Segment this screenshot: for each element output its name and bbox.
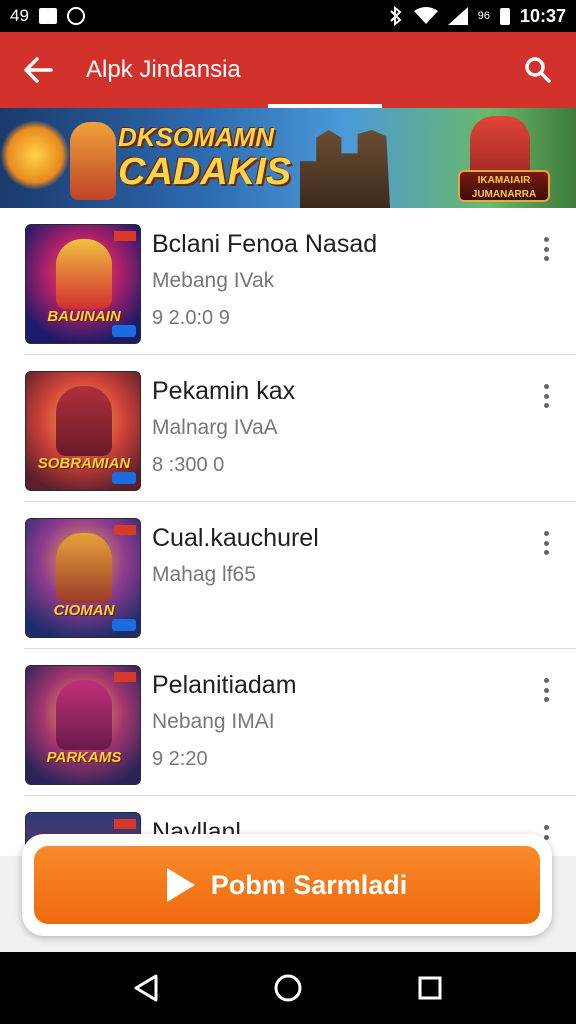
more-vert-icon[interactable] [534,675,558,705]
promo-banner[interactable]: DKSOMAMN CADAKIS IKAMAIAIR JUMANARRA [0,108,576,208]
thumb-tag [112,619,136,631]
bluetooth-icon [388,6,404,26]
signal-label: 96 [477,9,490,22]
list-item[interactable]: BAUINAIN Bclani Fenoa Nasad Mebang IVak … [0,208,576,355]
banner-art-castle [300,130,390,208]
banner-art-hero [70,122,116,200]
system-nav-bar [0,952,576,1024]
status-left: 49 [10,6,85,26]
app-title: Bclani Fenoa Nasad [152,230,378,258]
app-thumbnail: SOBRAMIAN [25,371,141,491]
thumb-character [56,680,112,750]
banner-heading-line1: DKSOMAMN [118,122,274,152]
banner-heading: DKSOMAMN CADAKIS [118,122,291,192]
more-vert-icon[interactable] [534,234,558,264]
app-list: BAUINAIN Bclani Fenoa Nasad Mebang IVak … [0,208,576,943]
thumb-caption: PARKAMS [46,749,122,766]
banner-art-sun [0,120,70,190]
thumb-character [56,533,112,603]
play-button[interactable]: Pobm Sarmladi [34,846,540,924]
thumb-tag [112,472,136,484]
battery-icon [499,7,510,25]
circle-icon [66,7,85,25]
arrow-left-icon [24,57,53,83]
wifi-icon [413,7,438,25]
triangle-back-icon [134,974,158,1002]
thumb-corner-badge [114,672,136,682]
thumb-corner-badge [114,231,136,241]
status-bar: 49 96 10:37 [0,0,576,32]
thumb-caption: SOBRAMIAN [37,455,131,472]
nav-recents-button[interactable] [410,968,450,1008]
nav-home-button[interactable] [268,968,308,1008]
search-icon [525,57,551,83]
app-meta: 9 2.0:0 9 [152,307,230,329]
app-title: Pekamin kax [152,377,296,405]
app-bar: Alpk Jindansia [0,32,576,108]
status-right: 96 10:37 [388,6,566,27]
more-vert-icon[interactable] [534,528,558,558]
back-button[interactable] [18,50,58,90]
app-meta: 8 :300 0 [152,454,225,476]
app-thumbnail: CIOMAN [25,518,141,638]
list-item[interactable]: PARKAMS Pelanitiadam Nebang IMAI 9 2:20 [0,649,576,796]
app-subtitle: Malnarg IVaA [152,416,278,439]
play-button-label: Pobm Sarmladi [210,869,408,900]
status-left-text: 49 [10,6,29,25]
list-item[interactable]: CIOMAN Cual.kauchurel Mahag lf65 [0,502,576,649]
thumb-corner-badge [114,525,136,535]
banner-brand-logo: IKAMAIAIR JUMANARRA [458,170,550,202]
app-title: Pelanitiadam [152,671,297,699]
list-item[interactable]: SOBRAMIAN Pekamin kax Malnarg IVaA 8 :30… [0,355,576,502]
thumb-character [56,386,112,456]
thumb-caption: CIOMAN [53,602,115,619]
circle-home-icon [274,974,302,1002]
image-icon [38,8,57,24]
thumb-tag [112,325,136,337]
thumb-corner-badge [114,819,136,829]
app-subtitle: Mebang IVak [152,269,275,292]
nav-back-button[interactable] [126,968,166,1008]
play-icon [166,868,195,902]
thumb-character [56,239,112,309]
app-subtitle: Nebang IMAI [152,710,275,733]
app-thumbnail: BAUINAIN [25,224,141,344]
square-recents-icon [418,976,442,1000]
app-subtitle: Mahag lf65 [152,563,256,586]
app-title: Cual.kauchurel [152,524,319,552]
search-button[interactable] [518,50,558,90]
screen: 49 96 10:37 Alpk Jindansia DKSOMAMN CADA… [0,0,576,1024]
signal-icon [447,7,468,25]
app-thumbnail: PARKAMS [25,665,141,785]
page-title: Alpk Jindansia [86,56,241,83]
thumb-caption: BAUINAIN [47,308,121,325]
app-meta: 9 2:20 [152,748,208,770]
banner-heading-line2: CADAKIS [118,151,292,193]
status-time: 10:37 [519,5,566,26]
more-vert-icon[interactable] [534,381,558,411]
